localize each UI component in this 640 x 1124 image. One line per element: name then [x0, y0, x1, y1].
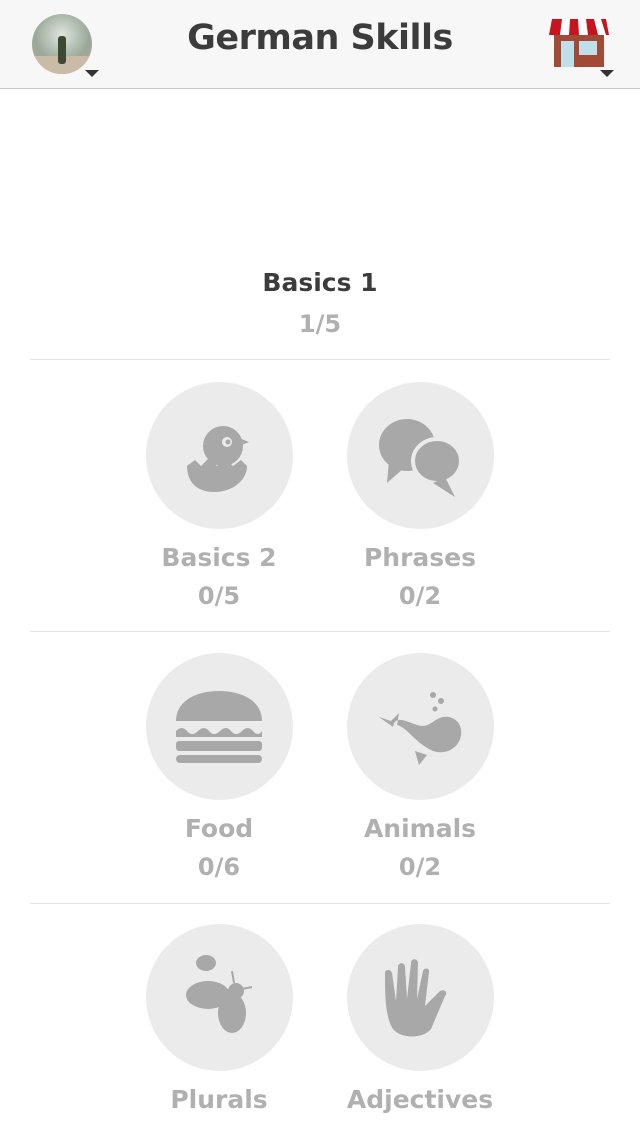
whale-icon — [379, 691, 462, 765]
avatar-dropdown-caret-icon[interactable] — [85, 70, 99, 77]
store-icon[interactable] — [549, 19, 609, 69]
skill-label: Food — [184, 814, 254, 843]
skill-basics-1-progress: 1/5 — [298, 310, 342, 338]
skill-basics-1-title[interactable]: Basics 1 — [0, 268, 640, 297]
hatching-chick-icon — [187, 425, 249, 492]
skill-progress: 0/5 — [197, 582, 241, 610]
skill-label: Phrases — [363, 543, 477, 572]
divider — [30, 359, 610, 360]
skill-label: Basics 2 — [161, 543, 277, 572]
skill-progress: 0/6 — [197, 853, 241, 881]
skill-plurals[interactable]: Plurals — [119, 924, 319, 1124]
skill-basics-2[interactable]: Basics 2 0/5 — [119, 382, 319, 610]
speech-bubbles-icon — [379, 418, 463, 497]
skill-label: Plurals — [170, 1085, 268, 1114]
skill-label: Adjectives — [346, 1085, 494, 1114]
hand-icon — [385, 958, 447, 1036]
skill-label: Animals — [363, 814, 477, 843]
skill-animals[interactable]: Animals 0/2 — [320, 653, 520, 881]
top-bar: German Skills — [0, 0, 640, 89]
skill-progress: 0/2 — [398, 853, 442, 881]
divider — [30, 903, 610, 904]
store-dropdown-caret-icon[interactable] — [600, 70, 614, 77]
divider — [30, 631, 610, 632]
bugs-icon — [186, 954, 253, 1033]
burger-icon — [176, 690, 262, 763]
skill-phrases[interactable]: Phrases 0/2 — [320, 382, 520, 610]
skill-food[interactable]: Food 0/6 — [119, 653, 319, 881]
skill-adjectives[interactable]: Adjectives — [320, 924, 520, 1124]
skill-progress: 0/2 — [398, 582, 442, 610]
page-title: German Skills — [187, 18, 453, 58]
